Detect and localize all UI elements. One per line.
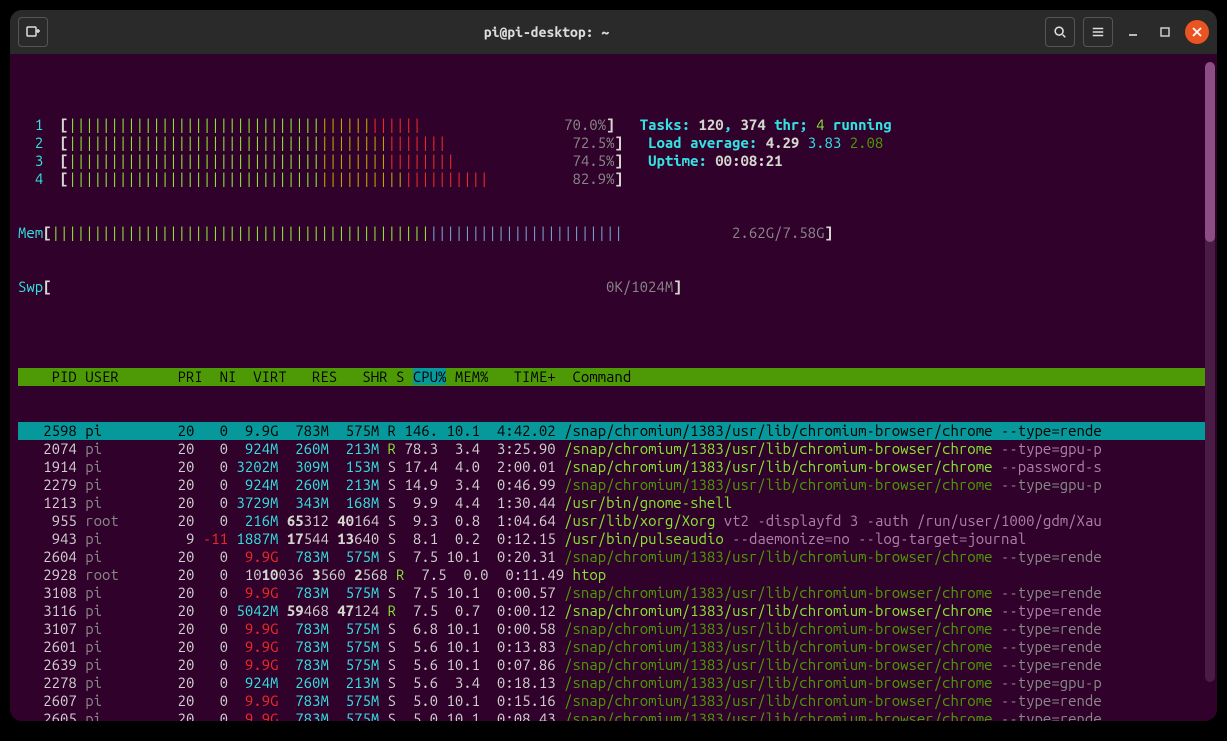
process-row[interactable]: 3107 pi 20 0 9.9G 783M 575M S 6.8 10.1 0…	[18, 620, 1215, 638]
search-button[interactable]	[1045, 17, 1075, 47]
process-row[interactable]: 2605 pi 20 0 9.9G 783M 575M S 5.0 10.1 0…	[18, 710, 1215, 721]
column-header[interactable]: PID USER PRI NI VIRT RES SHR S CPU% MEM%…	[18, 368, 1215, 386]
process-row[interactable]: 2598 pi 20 0 9.9G 783M 575M R 146. 10.1 …	[18, 422, 1215, 440]
process-row[interactable]: 955 root 20 0 216M 65312 40164 S 9.3 0.8…	[18, 512, 1215, 530]
new-tab-button[interactable]	[18, 17, 48, 47]
swap-line: Swp[ 0K/1024M]	[18, 278, 1215, 296]
titlebar: pi@pi-desktop: ~	[10, 10, 1217, 54]
process-row[interactable]: 2639 pi 20 0 9.9G 783M 575M S 5.6 10.1 0…	[18, 656, 1215, 674]
process-row[interactable]: 2601 pi 20 0 9.9G 783M 575M S 5.6 10.1 0…	[18, 638, 1215, 656]
mem-line: Mem[||||||||||||||||||||||||||||||||||||…	[18, 224, 1215, 242]
process-row[interactable]: 2074 pi 20 0 924M 260M 213M R 78.3 3.4 3…	[18, 440, 1215, 458]
cpu-meters: 1 [|||||||||||||||||||||||||||||||||||||…	[18, 116, 1215, 188]
process-row[interactable]: 943 pi 9 -11 1887M 17544 13640 S 8.1 0.2…	[18, 530, 1215, 548]
process-row[interactable]: 2607 pi 20 0 9.9G 783M 575M S 5.0 10.1 0…	[18, 692, 1215, 710]
maximize-button[interactable]	[1153, 20, 1177, 44]
window-title: pi@pi-desktop: ~	[48, 24, 1045, 40]
process-row[interactable]: 3108 pi 20 0 9.9G 783M 575M S 7.5 10.1 0…	[18, 584, 1215, 602]
process-row[interactable]: 2279 pi 20 0 924M 260M 213M S 14.9 3.4 0…	[18, 476, 1215, 494]
close-button[interactable]	[1185, 20, 1209, 44]
scroll-thumb[interactable]	[1205, 62, 1215, 242]
process-row[interactable]: 1213 pi 20 0 3729M 343M 168M S 9.9 4.4 1…	[18, 494, 1215, 512]
process-row[interactable]: 2604 pi 20 0 9.9G 783M 575M S 7.5 10.1 0…	[18, 548, 1215, 566]
process-list: 2598 pi 20 0 9.9G 783M 575M R 146. 10.1 …	[18, 422, 1215, 721]
terminal-body[interactable]: 1 [|||||||||||||||||||||||||||||||||||||…	[10, 54, 1217, 721]
process-row[interactable]: 2928 root 20 0 1010036 3560 2568 R 7.5 0…	[18, 566, 1215, 584]
process-row[interactable]: 1914 pi 20 0 3202M 309M 153M S 17.4 4.0 …	[18, 458, 1215, 476]
process-row[interactable]: 2278 pi 20 0 924M 260M 213M S 5.6 3.4 0:…	[18, 674, 1215, 692]
minimize-button[interactable]	[1121, 20, 1145, 44]
process-row[interactable]: 3116 pi 20 0 5042M 59468 47124 R 7.5 0.7…	[18, 602, 1215, 620]
menu-button[interactable]	[1083, 17, 1113, 47]
terminal-window: pi@pi-desktop: ~ 1 [||||||||||||||||||||…	[10, 10, 1217, 721]
scrollbar[interactable]	[1205, 62, 1215, 682]
